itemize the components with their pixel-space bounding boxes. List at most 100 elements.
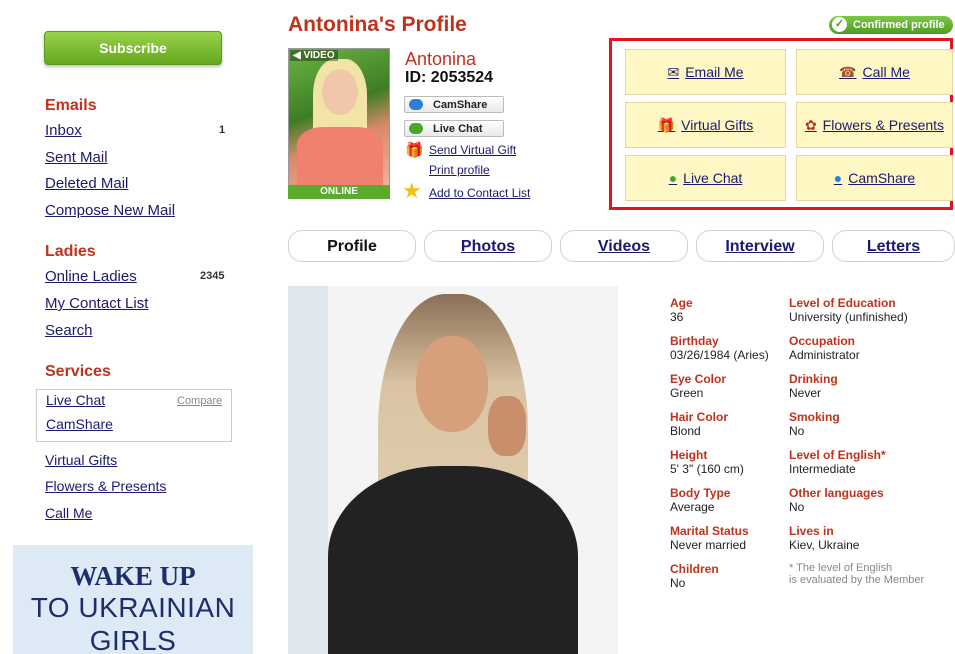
online-count-badge: 2345 [200,270,225,282]
rose-icon: ✿ [804,116,817,133]
camshare-action-label: CamShare [848,170,916,186]
english-label: Level of English* [789,448,886,462]
live-chat-action-label: Live Chat [683,170,743,186]
occupation-label: Occupation [789,334,856,348]
eye-color-label: Eye Color [670,372,727,386]
sidebar-item-deleted-mail[interactable]: Deleted Mail [45,175,128,192]
sidebar-item-contact-list[interactable]: My Contact List [45,295,148,312]
video-tag[interactable]: ◀ VIDEO [290,50,338,61]
envelope-icon: ✉ [667,63,680,80]
drinking-label: Drinking [789,372,838,386]
body-type-label: Body Type [670,486,731,500]
online-status-badge: ONLINE [288,185,390,199]
hair-color-label: Hair Color [670,410,729,424]
education-label: Level of Education [789,296,896,310]
emails-section-title: Emails [45,97,97,114]
lives-in-value: Kiev, Ukraine [789,538,859,552]
check-icon: ✓ [832,17,847,32]
smoking-value: No [789,424,805,438]
occupation-value: Administrator [789,348,860,362]
country-text: , Ukraine [811,538,860,552]
children-value: No [670,576,686,590]
promo-banner[interactable]: WAKE UP TO UKRAINIAN GIRLS [13,545,253,654]
sidebar-item-virtual-gifts[interactable]: Virtual Gifts [45,452,117,468]
send-virtual-gift-link[interactable]: Send Virtual Gift [429,143,516,157]
english-note-line-1: * The level of English [789,562,893,574]
lives-in-label: Lives in [789,524,834,538]
live-chat-button-label: Live Chat [433,123,483,135]
camshare-action-button[interactable]: ● CamShare [796,155,953,201]
live-chat-button[interactable]: Live Chat [404,120,504,137]
camshare-icon: ● [833,170,843,186]
tab-interview[interactable]: Interview [696,230,824,262]
sidebar-item-live-chat[interactable]: Live Chat [46,392,105,408]
height-label: Height [670,448,708,462]
tab-photos[interactable]: Photos [424,230,552,262]
sidebar-item-inbox[interactable]: Inbox [45,122,82,139]
profile-thumbnail[interactable] [288,48,390,199]
compare-link[interactable]: Compare [177,395,222,407]
confirmed-label: Confirmed profile [853,19,945,31]
flowers-presents-label: Flowers & Presents [822,117,945,133]
video-camera-icon: ◀ [293,50,301,61]
gift-icon: 🎁 [405,142,424,159]
camshare-icon [409,99,423,110]
hair-color-value: Blond [670,424,701,438]
height-value: 5' 3" (160 cm) [670,462,744,476]
marital-status-label: Marital Status [670,524,749,538]
banner-line-1: WAKE UP [70,561,196,591]
age-value: 36 [670,310,684,324]
eye-color-value: Green [670,386,704,400]
marital-status-value: Never married [670,538,747,552]
sidebar-item-call-me[interactable]: Call Me [45,505,92,521]
birthday-label: Birthday [670,334,719,348]
services-section-title: Services [45,363,111,380]
sidebar-item-compose-mail[interactable]: Compose New Mail [45,202,175,219]
sidebar-item-online-ladies[interactable]: Online Ladies [45,268,137,285]
chat-bubble-icon [409,123,423,134]
inbox-count-badge: 1 [219,124,226,136]
sidebar-item-camshare[interactable]: CamShare [46,416,113,432]
smoking-label: Smoking [789,410,840,424]
tab-profile[interactable]: Profile [288,230,416,262]
sidebar-item-search[interactable]: Search [45,322,93,339]
live-chat-action-button[interactable]: ● Live Chat [625,155,786,201]
age-label: Age [670,296,693,310]
birthday-value: 03/26/1984 (Aries) [670,348,769,362]
virtual-gifts-label: Virtual Gifts [681,117,754,133]
call-me-button[interactable]: ☎ Call Me [796,49,953,95]
banner-line-2: TO UKRAINIAN [30,592,236,623]
profile-name: Antonina [405,49,477,69]
sidebar-item-flowers[interactable]: Flowers & Presents [45,478,166,494]
page-title: Antonina's Profile [288,13,467,36]
profile-id: ID: 2053524 [405,69,494,86]
tab-videos[interactable]: Videos [560,230,688,262]
city-link[interactable]: Kiev [789,538,811,552]
flowers-presents-button[interactable]: ✿ Flowers & Presents [796,102,953,148]
camshare-button[interactable]: CamShare [404,96,504,113]
subscribe-button[interactable]: Subscribe [44,31,222,65]
banner-line-3: GIRLS [89,625,177,654]
children-label: Children [670,562,719,576]
call-me-label: Call Me [862,64,910,80]
english-value: Intermediate [789,462,856,476]
camshare-button-label: CamShare [433,99,488,111]
ladies-section-title: Ladies [45,243,96,260]
main-profile-photo[interactable] [288,286,618,654]
virtual-gifts-button[interactable]: 🎁 Virtual Gifts [625,102,786,148]
education-value: University (unfinished) [789,310,908,324]
email-me-button[interactable]: ✉ Email Me [625,49,786,95]
add-to-contact-list-link[interactable]: Add to Contact List [429,186,530,200]
drinking-value: Never [789,386,822,400]
print-profile-link[interactable]: Print profile [429,163,490,177]
chat-bubble-icon: ● [668,170,678,186]
email-me-label: Email Me [685,64,744,80]
other-languages-value: No [789,500,805,514]
other-languages-label: Other languages [789,486,884,500]
sidebar-item-sent-mail[interactable]: Sent Mail [45,149,108,166]
english-note-line-2: is evaluated by the Member [789,574,925,586]
phone-icon: ☎ [839,63,857,80]
tab-letters[interactable]: Letters [832,230,955,262]
star-icon: ★ [402,178,422,203]
confirmed-profile-badge: ✓ Confirmed profile [829,16,953,34]
